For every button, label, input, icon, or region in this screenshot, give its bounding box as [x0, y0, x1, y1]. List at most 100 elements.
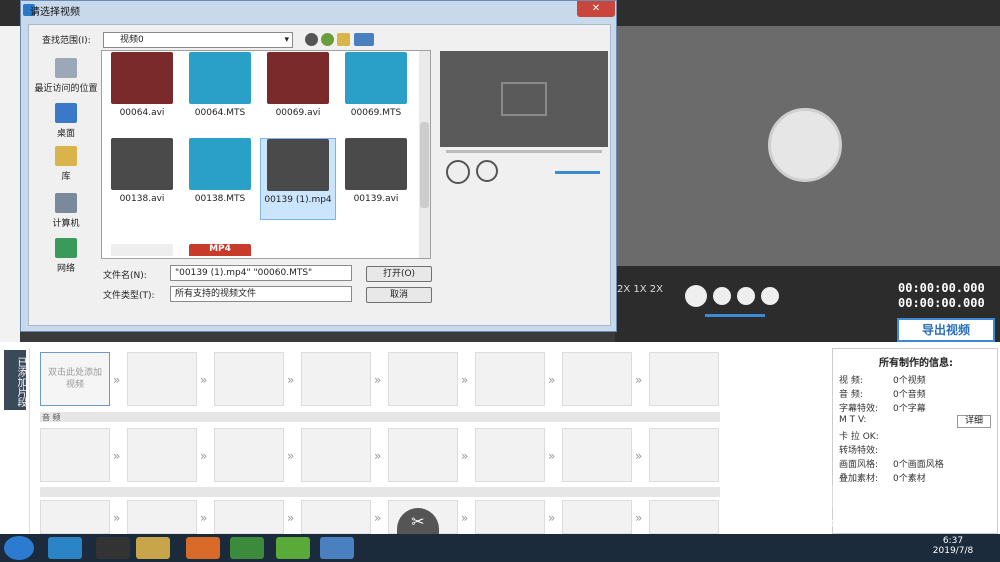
- timeline-slot[interactable]: [40, 500, 110, 534]
- preview-play-icon[interactable]: [446, 160, 470, 184]
- place-icon: [55, 193, 77, 213]
- file-item[interactable]: 00069.MTS: [338, 52, 414, 134]
- place-icon: [55, 103, 77, 123]
- browser-icon[interactable]: [276, 537, 310, 559]
- timeline-slot[interactable]: [127, 500, 197, 534]
- up-folder-icon[interactable]: [321, 33, 334, 46]
- clock-time: 6:37: [942, 536, 964, 546]
- timeline-slot[interactable]: [562, 500, 632, 534]
- timeline-slot[interactable]: [301, 352, 371, 406]
- firefox-icon[interactable]: [186, 537, 220, 559]
- start-button-icon[interactable]: [4, 536, 34, 560]
- timeline-slot[interactable]: [649, 352, 719, 406]
- info-value: 0个画面风格: [893, 460, 944, 470]
- timeline-slot[interactable]: [475, 428, 545, 482]
- timeline-slot[interactable]: [475, 500, 545, 534]
- timeline-slot[interactable]: [388, 428, 458, 482]
- file-item[interactable]: 00138.MTS: [182, 138, 258, 220]
- view-menu-icon[interactable]: [354, 33, 374, 46]
- timeline-slot[interactable]: [388, 352, 458, 406]
- detail-button[interactable]: 详细: [957, 415, 991, 428]
- transition-arrow-icon: »: [200, 449, 208, 463]
- info-value: 0个视频: [893, 376, 926, 386]
- filename-input[interactable]: "00139 (1).mp4" "00060.MTS": [170, 265, 352, 281]
- added-clips-tab[interactable]: 已添加片段: [4, 350, 26, 410]
- file-name: 00138.avi: [119, 194, 165, 204]
- file-name: 00064.MTS: [194, 108, 246, 118]
- transition-arrow-icon: »: [461, 373, 469, 387]
- video-thumbnail: [111, 52, 173, 104]
- video-editor-taskbar-icon[interactable]: [320, 537, 354, 559]
- timeline-slot[interactable]: [214, 500, 284, 534]
- file-item[interactable]: 00139 (1).mp4: [260, 138, 336, 220]
- back-icon[interactable]: [305, 33, 318, 46]
- timeline-slot[interactable]: [301, 428, 371, 482]
- look-in-select[interactable]: 视频0 ▾: [103, 32, 293, 48]
- place-item[interactable]: 库: [33, 146, 99, 182]
- media-icon[interactable]: [230, 537, 264, 559]
- qq-icon[interactable]: [96, 537, 130, 559]
- film-icon: [501, 82, 547, 116]
- file-item[interactable]: 00069.avi: [260, 52, 336, 134]
- timeline-slot[interactable]: [40, 428, 110, 482]
- info-title: 所有制作的信息:: [879, 358, 953, 369]
- file-item[interactable]: 00139.avi: [338, 138, 414, 220]
- folder-icon[interactable]: [136, 537, 170, 559]
- file-item[interactable]: 00064.MTS: [182, 52, 258, 134]
- file-item[interactable]: 00064.avi: [104, 52, 180, 134]
- info-key: 字幕特效:: [839, 404, 879, 414]
- play-icon[interactable]: [685, 285, 707, 307]
- timeline-slot[interactable]: [127, 428, 197, 482]
- timeline-slot[interactable]: 双击此处添加视频: [40, 352, 110, 406]
- info-key: 视 频:: [839, 376, 863, 386]
- transition-arrow-icon: »: [287, 373, 295, 387]
- film-reel-icon: [768, 108, 842, 182]
- mts-file-icon: [345, 52, 407, 104]
- place-item[interactable]: 最近访问的位置: [33, 58, 99, 94]
- place-item[interactable]: 计算机: [33, 193, 99, 229]
- open-button[interactable]: 打开(O): [366, 266, 432, 282]
- timeline-slot[interactable]: [562, 428, 632, 482]
- new-folder-icon[interactable]: [337, 33, 350, 46]
- export-video-button[interactable]: 导出视频: [897, 318, 995, 342]
- scrollbar-thumb[interactable]: [420, 122, 429, 208]
- mts-file-icon: [189, 52, 251, 104]
- timeline-slot[interactable]: [649, 428, 719, 482]
- timeline-slot[interactable]: [127, 352, 197, 406]
- timeline-slot[interactable]: [649, 500, 719, 534]
- file-item[interactable]: MP4: [182, 244, 258, 256]
- place-icon: [55, 146, 77, 166]
- video-thumbnail: [267, 139, 329, 191]
- speed-selector[interactable]: 2X 1X 2X: [617, 284, 663, 295]
- clock-date: 2019/7/8: [932, 546, 974, 556]
- timeline-slot[interactable]: [214, 352, 284, 406]
- preview-seek-bar[interactable]: [446, 150, 602, 153]
- preview-stop-icon[interactable]: [476, 160, 498, 182]
- mp4-badge: MP4: [209, 244, 231, 254]
- transition-arrow-icon: »: [374, 449, 382, 463]
- timeline-slot[interactable]: [214, 428, 284, 482]
- filetype-select[interactable]: 所有支持的视频文件: [170, 286, 352, 302]
- taskbar-app-icon[interactable]: [48, 537, 82, 559]
- volume-slider[interactable]: [705, 314, 765, 317]
- transition-arrow-icon: »: [548, 511, 556, 525]
- chevron-down-icon: ▾: [284, 35, 289, 45]
- prev-icon[interactable]: [737, 287, 755, 305]
- timeline-slot[interactable]: [475, 352, 545, 406]
- file-name: 00139 (1).mp4: [264, 195, 332, 205]
- preview-volume-slider[interactable]: [555, 171, 600, 174]
- place-item[interactable]: 桌面: [33, 103, 99, 139]
- transition-arrow-icon: »: [461, 449, 469, 463]
- close-icon[interactable]: ✕: [577, 1, 615, 17]
- timeline-slot[interactable]: [562, 352, 632, 406]
- transition-arrow-icon: »: [461, 511, 469, 525]
- transition-arrow-icon: »: [113, 449, 121, 463]
- next-icon[interactable]: [761, 287, 779, 305]
- cancel-button[interactable]: 取消: [366, 287, 432, 303]
- place-item[interactable]: 网络: [33, 238, 99, 274]
- file-item[interactable]: 00138.avi: [104, 138, 180, 220]
- stop-icon[interactable]: [713, 287, 731, 305]
- file-item[interactable]: [104, 244, 180, 256]
- audio-label: 音 频: [42, 413, 61, 422]
- timeline-slot[interactable]: [301, 500, 371, 534]
